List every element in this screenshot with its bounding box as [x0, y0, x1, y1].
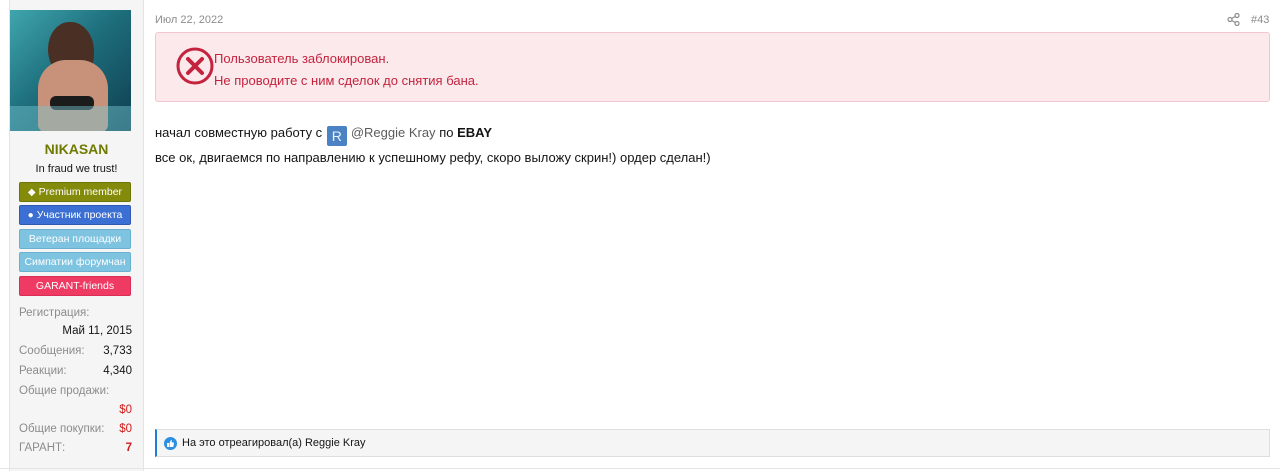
- message-line-2: все ок, двигаемся по направлению к успеш…: [155, 150, 711, 165]
- stat-value: 7: [125, 442, 132, 454]
- diamond-icon: ◆: [27, 187, 36, 198]
- message-text: начал совместную работу с: [155, 125, 323, 140]
- stat-total-sales-label: Общие продажи:: [19, 385, 132, 401]
- banner-label: Участник проекта: [36, 209, 123, 221]
- share-icon[interactable]: [1227, 13, 1240, 26]
- ban-notice-title: Пользователь заблокирован.: [214, 51, 390, 66]
- reactions-text[interactable]: На это отреагировал(а) Reggie Kray: [182, 437, 366, 449]
- stat-total-sales-value: $0: [119, 404, 132, 416]
- post-arrow: [144, 31, 151, 43]
- banner-premium-member: ◆ Premium member: [19, 182, 131, 202]
- stat-label: Сообщения:: [19, 345, 85, 357]
- message-line-1: начал совместную работу с R @Reggie Kray …: [155, 125, 492, 146]
- stat-total-purchases: Общие покупки: $0: [19, 423, 132, 439]
- user-title: In fraud we trust!: [35, 163, 118, 175]
- post-number-link[interactable]: #43: [1251, 14, 1269, 26]
- user-mention-link[interactable]: @Reggie Kray: [351, 125, 436, 140]
- ban-notice-warning: Не проводите с ним сделок до снятия бана…: [214, 73, 479, 88]
- stat-label: ГАРАНТ:: [19, 442, 66, 454]
- stat-label: Регистрация:: [19, 307, 90, 319]
- user-icon: ●: [27, 210, 34, 221]
- stat-messages: Сообщения: 3,733: [19, 345, 132, 361]
- stat-garant: ГАРАНТ: 7: [19, 442, 132, 458]
- like-icon: [164, 437, 177, 450]
- message-text: по: [439, 125, 454, 140]
- username-link[interactable]: NIKASAN: [9, 141, 144, 157]
- message-bold-text: EBAY: [457, 125, 493, 140]
- stat-value: $0: [119, 423, 132, 435]
- banner-label: Симпатии форумчан: [24, 256, 126, 268]
- divider: [0, 468, 1280, 469]
- banner-garant-friends: GARANT-friends: [19, 276, 131, 296]
- stat-registration-value: Май 11, 2015: [62, 325, 132, 337]
- banner-label: Premium member: [38, 186, 123, 198]
- mention-avatar[interactable]: R: [326, 126, 347, 146]
- post-date-link[interactable]: Июл 22, 2022: [155, 14, 223, 26]
- stat-value[interactable]: 3,733: [103, 345, 132, 357]
- banner-label: GARANT-friends: [35, 280, 115, 292]
- stat-registration-label: Регистрация:: [19, 307, 132, 323]
- banner-label: Ветеран площадки: [28, 233, 122, 245]
- stat-label: Общие покупки:: [19, 423, 105, 435]
- stat-value: 4,340: [103, 365, 132, 377]
- banner-veteran: Ветеран площадки: [19, 229, 131, 249]
- banner-forum-likes: Симпатии форумчан: [19, 252, 131, 272]
- banner-project-member: ● Участник проекта: [19, 205, 131, 225]
- ban-x-circle-icon: [176, 47, 214, 85]
- stat-label: Реакции:: [19, 365, 67, 377]
- stat-label: Общие продажи:: [19, 385, 110, 397]
- avatar-water: [10, 106, 131, 131]
- stat-reactions: Реакции: 4,340: [19, 365, 132, 381]
- reactions-bar[interactable]: На это отреагировал(а) Reggie Kray: [155, 429, 1270, 457]
- user-avatar[interactable]: [10, 10, 131, 131]
- ban-notice: Пользователь заблокирован. Не проводите …: [155, 32, 1270, 102]
